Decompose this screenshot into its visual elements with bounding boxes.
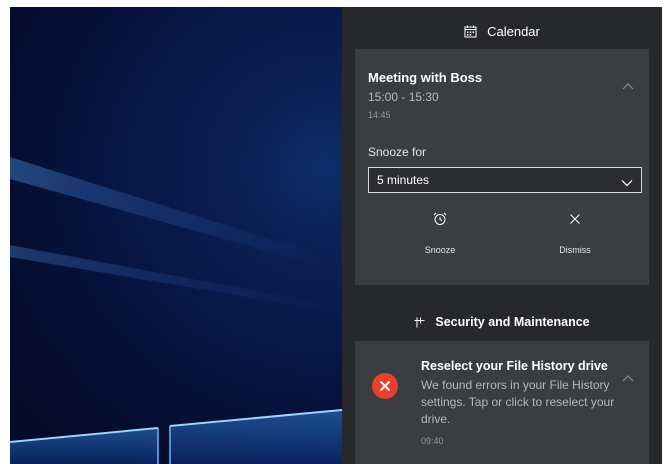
close-icon [568, 212, 582, 231]
notification-body: We found errors in your File History set… [421, 378, 615, 426]
snooze-duration-select[interactable]: 5 minutes [368, 167, 642, 193]
notification-timestamp: 14:45 [368, 110, 391, 120]
alarm-clock-icon [433, 212, 447, 231]
dismiss-button[interactable]: Dismiss [515, 212, 635, 272]
flag-icon [414, 317, 425, 328]
snooze-button[interactable]: Snooze [380, 212, 500, 272]
dismiss-button-label: Dismiss [559, 245, 591, 255]
screen: Calendar Meeting with Boss 15:00 - 15:30… [0, 0, 668, 464]
calendar-group-title: Calendar [487, 23, 540, 39]
security-group-title: Security and Maintenance [435, 315, 590, 329]
chevron-down-icon [621, 176, 633, 190]
notification-timestamp: 09:40 [421, 436, 444, 446]
calendar-icon [464, 25, 477, 38]
action-center: Calendar Meeting with Boss 15:00 - 15:30… [342, 7, 662, 464]
wallpaper-art [10, 157, 342, 464]
desktop-wallpaper [10, 7, 342, 464]
security-group-header: Security and Maintenance [342, 312, 662, 332]
meeting-time-range: 15:00 - 15:30 [368, 90, 439, 104]
collapse-chevron-icon[interactable] [621, 79, 635, 90]
file-history-notification[interactable]: Reselect your File History drive We foun… [355, 341, 649, 464]
calendar-group-header: Calendar [342, 21, 662, 41]
snooze-button-label: Snooze [424, 245, 456, 255]
notification-title: Reselect your File History drive [421, 359, 608, 373]
snooze-selected-value: 5 minutes [377, 173, 430, 187]
meeting-notification[interactable]: Meeting with Boss 15:00 - 15:30 14:45 Sn… [355, 49, 649, 285]
snooze-label: Snooze for [368, 145, 427, 159]
error-icon [372, 373, 398, 399]
notification-title: Meeting with Boss [368, 70, 483, 85]
